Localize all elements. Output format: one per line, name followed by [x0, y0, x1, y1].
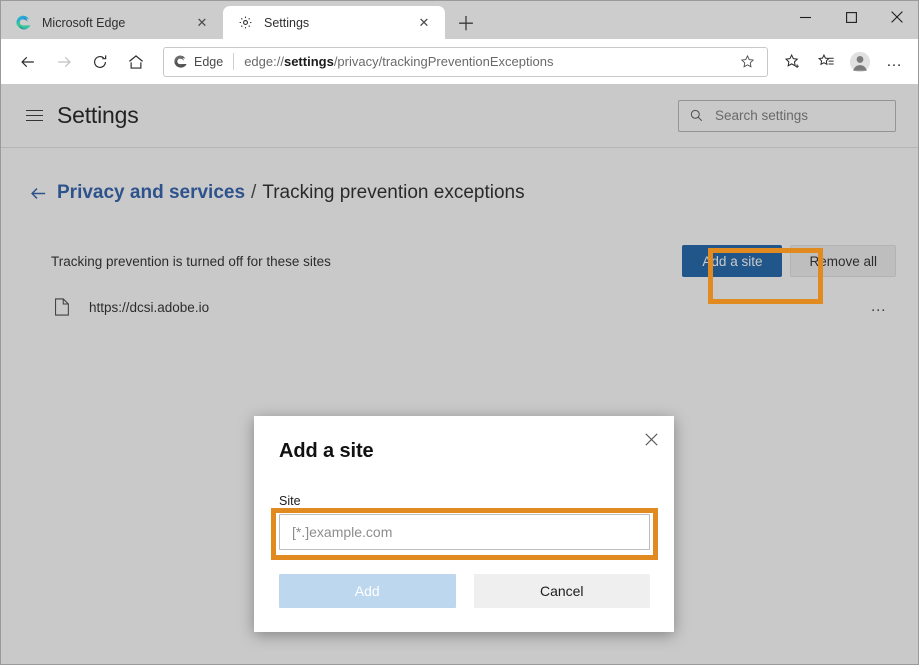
- url-prefix: edge://: [244, 54, 284, 69]
- omnibox-divider: [233, 53, 234, 70]
- address-bar-url: edge://settings/privacy/trackingPreventi…: [244, 54, 735, 69]
- dialog-title: Add a site: [279, 440, 650, 463]
- url-suffix: /privacy/trackingPreventionExceptions: [334, 54, 554, 69]
- close-icon[interactable]: [874, 1, 919, 33]
- dialog-add-button[interactable]: Add: [279, 574, 456, 608]
- tab-strip: Microsoft Edge ✕ Settings ✕ ＋: [1, 1, 919, 39]
- url-bold-segment: settings: [284, 54, 334, 69]
- dialog-close-icon[interactable]: [636, 424, 666, 454]
- tab-title: Settings: [264, 16, 413, 30]
- dialog-cancel-button[interactable]: Cancel: [474, 574, 651, 608]
- tab-title: Microsoft Edge: [42, 16, 191, 30]
- edge-brand-icon: Edge: [173, 54, 223, 69]
- collections-button[interactable]: [810, 46, 842, 78]
- site-field-wrapper: [279, 514, 650, 550]
- minimize-icon[interactable]: [782, 1, 828, 33]
- site-field-label: Site: [279, 494, 650, 508]
- refresh-button[interactable]: [83, 45, 117, 79]
- maximize-icon[interactable]: [828, 1, 874, 33]
- address-bar[interactable]: Edge edge://settings/privacy/trackingPre…: [163, 47, 768, 77]
- dialog-actions: Add Cancel: [279, 574, 650, 608]
- edge-logo-icon: [15, 14, 32, 31]
- forward-button: [47, 45, 81, 79]
- site-input[interactable]: [279, 514, 650, 550]
- favorites-button[interactable]: [776, 46, 808, 78]
- tab-close-icon[interactable]: ✕: [191, 12, 213, 34]
- browser-toolbar: Edge edge://settings/privacy/trackingPre…: [1, 39, 919, 84]
- tab-settings[interactable]: Settings ✕: [223, 6, 445, 39]
- edge-browser-window: Microsoft Edge ✕ Settings ✕ ＋: [0, 0, 919, 665]
- profile-button[interactable]: [844, 46, 876, 78]
- add-favorite-star-icon[interactable]: [735, 54, 759, 69]
- gear-icon: [237, 14, 254, 31]
- edge-brand-label: Edge: [194, 55, 223, 69]
- settings-and-more-button[interactable]: …: [878, 46, 910, 78]
- window-controls: [782, 1, 919, 33]
- tab-microsoft-edge[interactable]: Microsoft Edge ✕: [1, 6, 223, 39]
- new-tab-button[interactable]: ＋: [449, 6, 483, 38]
- home-button[interactable]: [119, 45, 153, 79]
- tab-close-icon[interactable]: ✕: [413, 12, 435, 34]
- back-button[interactable]: [11, 45, 45, 79]
- add-a-site-dialog: Add a site Site Add Cancel: [254, 416, 674, 632]
